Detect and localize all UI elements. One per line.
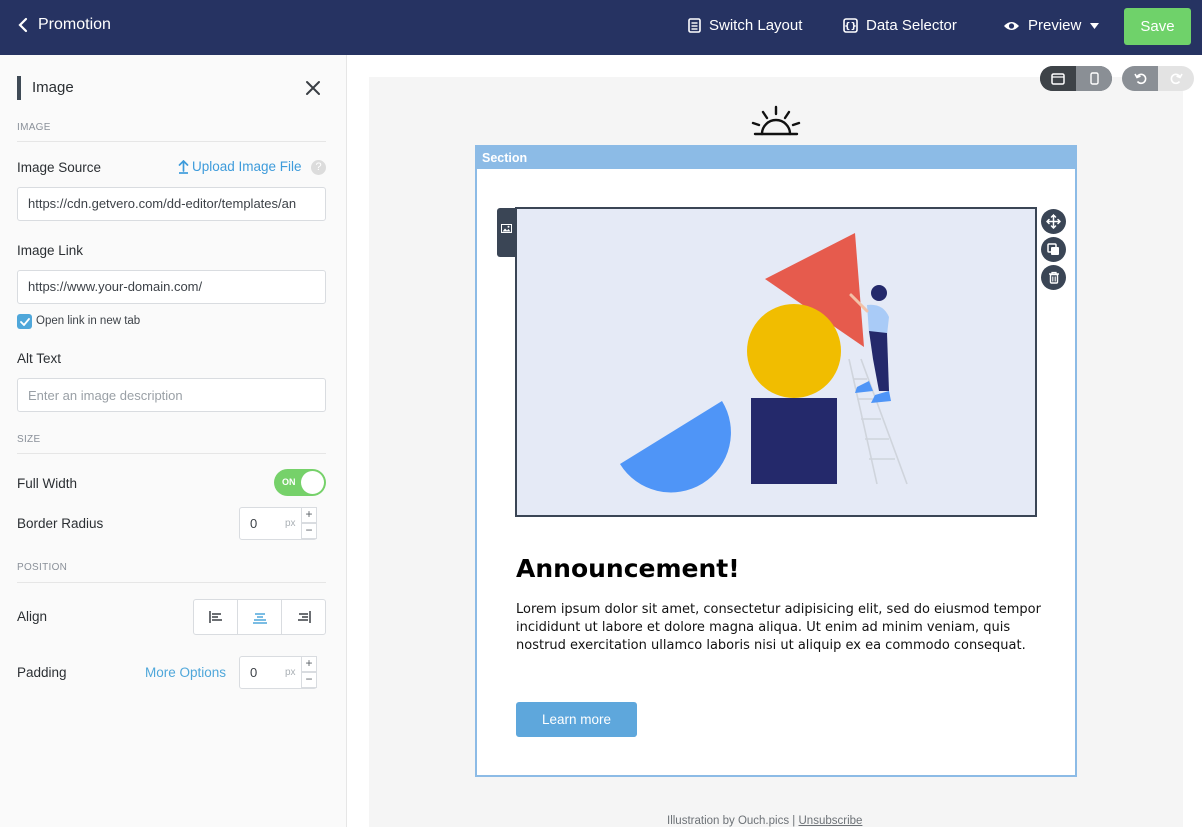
close-icon[interactable] (304, 79, 322, 97)
open-new-tab-checkbox[interactable] (17, 314, 32, 329)
image-link-input[interactable]: https://www.your-domain.com/ (17, 270, 326, 304)
history-toggle (1122, 66, 1194, 91)
increment-button[interactable]: + (301, 656, 317, 672)
padding-label: Padding (17, 665, 67, 680)
email-heading[interactable]: Announcement! (516, 554, 740, 583)
decrement-button[interactable]: − (301, 672, 317, 688)
image-source-input[interactable]: https://cdn.getvero.com/dd-editor/templa… (17, 187, 326, 221)
toggle-knob (301, 471, 324, 494)
mobile-icon (1089, 72, 1099, 85)
preview-button[interactable]: Preview (1003, 17, 1100, 34)
section-label-image: IMAGE (17, 122, 51, 133)
delete-button[interactable] (1041, 265, 1066, 290)
sunrise-logo-icon (751, 105, 801, 136)
caret-down-icon (1090, 22, 1100, 29)
more-options-link[interactable]: More Options (145, 665, 226, 680)
open-new-tab-label: Open link in new tab (36, 315, 141, 327)
image-block[interactable] (515, 207, 1037, 517)
shapes-illustration (620, 233, 908, 493)
help-icon[interactable]: ? (311, 160, 326, 175)
upload-image-link[interactable]: Upload Image File (178, 159, 302, 174)
align-left-button[interactable] (194, 600, 238, 634)
view-mode-toggle (1040, 66, 1112, 91)
layout-icon (688, 18, 701, 33)
footer-separator: | (792, 815, 796, 827)
image-block-tab[interactable] (497, 208, 516, 257)
divider (17, 453, 326, 454)
upload-arrow-icon (178, 159, 189, 174)
email-body-text[interactable]: Lorem ipsum dolor sit amet, consectetur … (516, 601, 1046, 655)
undo-icon (1133, 73, 1146, 85)
desktop-view-button[interactable] (1040, 66, 1076, 91)
alt-text-input[interactable] (17, 378, 326, 412)
decrement-button[interactable]: − (301, 523, 317, 539)
move-icon (1046, 214, 1061, 229)
full-width-toggle[interactable]: ON (274, 469, 326, 496)
footer-credit: Illustration by Ouch.pics (667, 815, 790, 827)
preview-label: Preview (1028, 17, 1082, 34)
divider (17, 141, 326, 142)
braces-icon: {} (843, 18, 858, 33)
duplicate-button[interactable] (1041, 237, 1066, 262)
duplicate-icon (1047, 243, 1059, 255)
align-left-icon (208, 611, 222, 623)
checkmark-icon (19, 317, 30, 326)
full-width-label: Full Width (17, 476, 78, 491)
data-selector-button[interactable]: {} Data Selector (843, 17, 957, 34)
mobile-view-button[interactable] (1076, 66, 1112, 91)
back-button[interactable]: Promotion (18, 16, 111, 34)
image-settings-panel: Image IMAGE Image Source Upload Image Fi… (0, 55, 347, 827)
align-right-button[interactable] (282, 600, 325, 634)
chevron-left-icon (18, 17, 28, 33)
image-icon (501, 224, 512, 233)
border-radius-label: Border Radius (17, 516, 104, 531)
section-header: Section (477, 147, 1075, 169)
align-center-icon (252, 613, 267, 624)
switch-layout-label: Switch Layout (709, 17, 803, 34)
redo-button[interactable] (1158, 66, 1194, 91)
padding-unit: px (285, 667, 296, 678)
upload-image-label: Upload Image File (192, 159, 302, 174)
data-selector-label: Data Selector (866, 17, 957, 34)
redo-icon (1170, 73, 1183, 85)
align-button-group (193, 599, 326, 635)
svg-text:{}: {} (844, 22, 857, 32)
section-label-size: SIZE (17, 434, 41, 445)
toggle-state-label: ON (282, 477, 296, 487)
panel-title: Image (17, 76, 74, 100)
align-right-icon (297, 611, 311, 623)
unsubscribe-link[interactable]: Unsubscribe (799, 815, 863, 827)
border-radius-value: 0 (250, 516, 258, 531)
image-link-label: Image Link (17, 243, 84, 258)
increment-button[interactable]: + (301, 507, 317, 523)
top-bar: Promotion Switch Layout {} Data Selector… (0, 0, 1202, 55)
alt-text-label: Alt Text (17, 351, 62, 366)
padding-stepper[interactable]: 0 px + − (239, 656, 317, 689)
border-radius-stepper[interactable]: 0 px + − (239, 507, 317, 540)
email-footer: Illustration by Ouch.pics | Unsubscribe (667, 815, 862, 827)
trash-icon (1048, 271, 1059, 284)
align-center-button[interactable] (238, 600, 282, 634)
border-radius-unit: px (285, 518, 296, 529)
padding-value: 0 (250, 665, 258, 680)
switch-layout-button[interactable]: Switch Layout (688, 17, 802, 34)
section-label-position: POSITION (17, 562, 68, 573)
divider (17, 582, 326, 583)
save-button[interactable]: Save (1124, 8, 1191, 45)
learn-more-button[interactable]: Learn more (516, 702, 637, 737)
back-label: Promotion (38, 16, 111, 33)
align-label: Align (17, 609, 48, 624)
eye-icon (1004, 21, 1019, 30)
image-source-label: Image Source (17, 160, 102, 175)
undo-button[interactable] (1122, 66, 1158, 91)
desktop-icon (1051, 72, 1065, 85)
move-handle[interactable] (1041, 209, 1066, 234)
